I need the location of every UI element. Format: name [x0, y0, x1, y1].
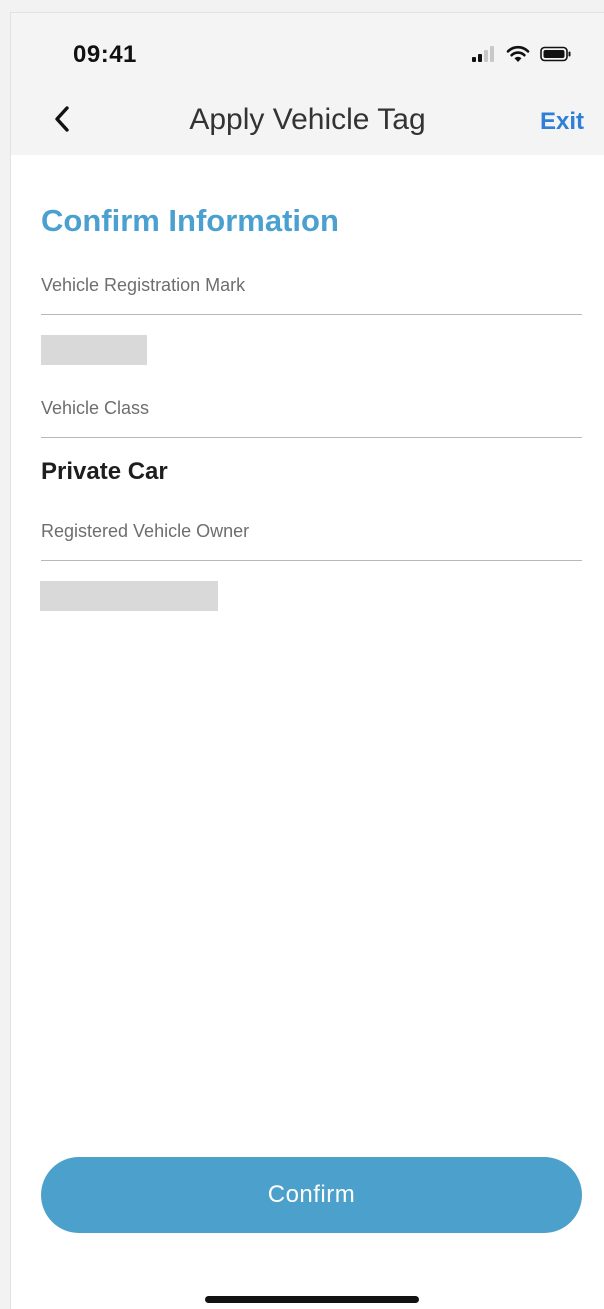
confirm-information-form: Confirm Information Vehicle Registration…: [11, 155, 604, 1309]
cellular-signal-icon: [472, 46, 496, 67]
home-indicator: [205, 1296, 419, 1303]
field-divider: [41, 437, 582, 438]
redacted-vehicle-registration-mark: [41, 335, 147, 365]
status-time: 09:41: [73, 41, 137, 68]
field-label-vehicle-registration-mark: Vehicle Registration Mark: [41, 275, 246, 295]
status-icons: [472, 45, 572, 68]
status-bar: 09:41: [11, 13, 604, 83]
field-label-registered-vehicle-owner: Registered Vehicle Owner: [41, 521, 250, 541]
exit-button[interactable]: Exit: [540, 108, 584, 136]
navigation-bar: Apply Vehicle Tag Exit: [11, 83, 604, 155]
page-title: Apply Vehicle Tag: [189, 103, 426, 136]
field-divider: [41, 314, 582, 315]
phone-screen: 09:41 Apply Vehicle Tag Exit Confirm Inf…: [10, 12, 604, 1309]
redacted-registered-vehicle-owner: [40, 581, 218, 611]
wifi-icon: [506, 45, 530, 68]
section-heading: Confirm Information: [41, 203, 339, 238]
confirm-button[interactable]: Confirm: [41, 1157, 582, 1233]
field-value-vehicle-class: Private Car: [41, 458, 168, 485]
field-label-vehicle-class: Vehicle Class: [41, 398, 150, 418]
field-divider: [41, 560, 582, 561]
battery-icon: [540, 46, 572, 67]
